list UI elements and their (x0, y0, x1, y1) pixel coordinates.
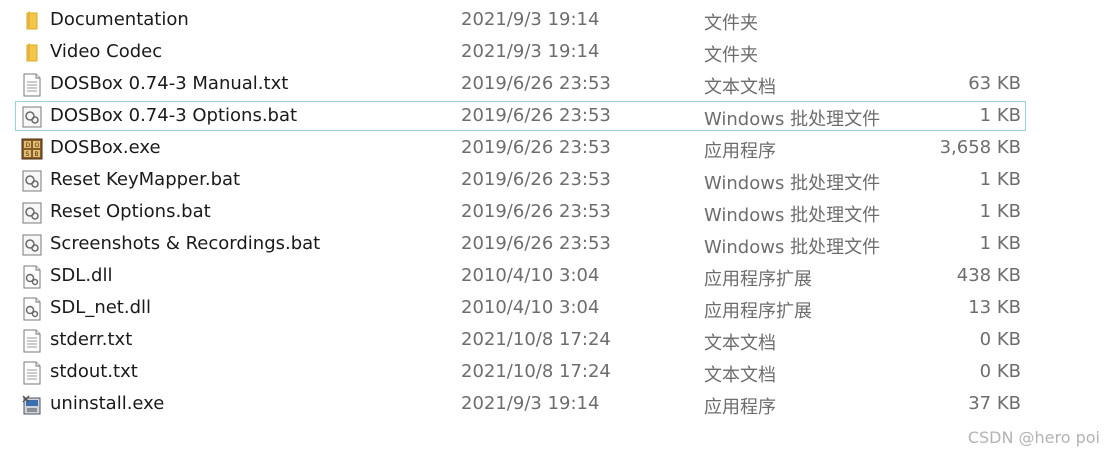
file-date: 2019/6/26 23:53 (461, 233, 611, 254)
file-type: Windows 批处理文件 (704, 205, 881, 226)
file-name: Video Codec (50, 41, 163, 62)
file-date: 2021/9/3 19:14 (461, 41, 600, 62)
file-size: 1 KB (979, 201, 1021, 222)
file-type: 文本文档 (704, 333, 776, 354)
file-type: Windows 批处理文件 (704, 237, 881, 258)
batch-file-icon (22, 170, 42, 192)
text-file-icon (23, 361, 41, 385)
file-date: 2021/9/3 19:14 (461, 393, 600, 414)
svg-text:D: D (26, 142, 31, 149)
file-name: Reset KeyMapper.bat (50, 169, 241, 190)
file-list: Documentation 2021/9/3 19:14 文件夹 Video C… (0, 5, 1116, 421)
file-date: 2021/10/8 17:24 (461, 329, 611, 350)
dll-file-icon (23, 297, 41, 321)
file-size: 1 KB (979, 105, 1021, 126)
file-type: Windows 批处理文件 (704, 173, 881, 194)
file-name: uninstall.exe (50, 393, 165, 414)
file-size: 37 KB (968, 393, 1021, 414)
text-file-icon (23, 73, 41, 97)
file-row-reset-keymapper[interactable]: Reset KeyMapper.bat 2019/6/26 23:53 Wind… (0, 165, 1116, 197)
file-date: 2010/4/10 3:04 (461, 297, 600, 318)
file-type: 应用程序扩展 (704, 301, 812, 322)
file-size: 0 KB (979, 361, 1021, 382)
file-type: 文本文档 (704, 365, 776, 386)
file-name: DOSBox 0.74-3 Manual.txt (50, 73, 289, 94)
watermark: CSDN @hero poi (967, 428, 1100, 447)
file-name: stdout.txt (50, 361, 138, 382)
file-size: 63 KB (968, 73, 1021, 94)
file-type: 应用程序 (704, 141, 776, 162)
file-size: 13 KB (968, 297, 1021, 318)
file-size: 0 KB (979, 329, 1021, 350)
file-name: DOSBox 0.74-3 Options.bat (50, 105, 298, 126)
file-name: DOSBox.exe (50, 137, 161, 158)
uninstaller-icon (22, 395, 41, 415)
file-row-dosbox-options[interactable]: DOSBox 0.74-3 Options.bat 2019/6/26 23:5… (0, 101, 1116, 133)
file-type: 应用程序 (704, 397, 776, 418)
file-name: Screenshots & Recordings.bat (50, 233, 321, 254)
file-row-stderr[interactable]: stderr.txt 2021/10/8 17:24 文本文档 0 KB (0, 325, 1116, 357)
folder-icon (26, 43, 38, 62)
batch-file-icon (22, 234, 42, 256)
file-date: 2019/6/26 23:53 (461, 137, 611, 158)
file-date: 2019/6/26 23:53 (461, 73, 611, 94)
file-row-sdl-net-dll[interactable]: SDL_net.dll 2010/4/10 3:04 应用程序扩展 13 KB (0, 293, 1116, 325)
file-name: stderr.txt (50, 329, 133, 350)
file-row-screenshots-recordings[interactable]: Screenshots & Recordings.bat 2019/6/26 2… (0, 229, 1116, 261)
file-size: 1 KB (979, 169, 1021, 190)
file-row-video-codec[interactable]: Video Codec 2021/9/3 19:14 文件夹 (0, 37, 1116, 69)
file-type: 文本文档 (704, 77, 776, 98)
file-row-sdl-dll[interactable]: SDL.dll 2010/4/10 3:04 应用程序扩展 438 KB (0, 261, 1116, 293)
svg-text:O: O (35, 142, 40, 149)
file-date: 2019/6/26 23:53 (461, 169, 611, 190)
file-row-documentation[interactable]: Documentation 2021/9/3 19:14 文件夹 (0, 5, 1116, 37)
svg-text:S: S (26, 151, 30, 158)
file-row-dosbox-exe[interactable]: D O S B DOSBox.exe 2019/6/26 23:53 应用程序 … (0, 133, 1116, 165)
file-row-stdout[interactable]: stdout.txt 2021/10/8 17:24 文本文档 0 KB (0, 357, 1116, 389)
file-date: 2019/6/26 23:53 (461, 201, 611, 222)
batch-file-icon (22, 106, 42, 128)
file-date: 2010/4/10 3:04 (461, 265, 600, 286)
dosbox-app-icon: D O S B (21, 138, 43, 160)
file-row-dosbox-manual[interactable]: DOSBox 0.74-3 Manual.txt 2019/6/26 23:53… (0, 69, 1116, 101)
svg-text:B: B (35, 151, 39, 158)
dll-file-icon (23, 265, 41, 289)
file-type: 文件夹 (704, 45, 758, 66)
batch-file-icon (22, 202, 42, 224)
file-name: SDL.dll (50, 265, 113, 286)
file-type: 文件夹 (704, 13, 758, 34)
file-name: SDL_net.dll (50, 297, 152, 318)
file-size: 438 KB (956, 265, 1021, 286)
file-date: 2021/10/8 17:24 (461, 361, 611, 382)
file-name: Documentation (50, 9, 189, 30)
file-row-reset-options[interactable]: Reset Options.bat 2019/6/26 23:53 Window… (0, 197, 1116, 229)
file-date: 2021/9/3 19:14 (461, 9, 600, 30)
file-row-uninstall[interactable]: uninstall.exe 2021/9/3 19:14 应用程序 37 KB (0, 389, 1116, 421)
file-type: Windows 批处理文件 (704, 109, 881, 130)
file-size: 1 KB (979, 233, 1021, 254)
file-size: 3,658 KB (939, 137, 1021, 158)
folder-icon (26, 11, 38, 30)
file-name: Reset Options.bat (50, 201, 211, 222)
text-file-icon (23, 329, 41, 353)
file-type: 应用程序扩展 (704, 269, 812, 290)
file-date: 2019/6/26 23:53 (461, 105, 611, 126)
